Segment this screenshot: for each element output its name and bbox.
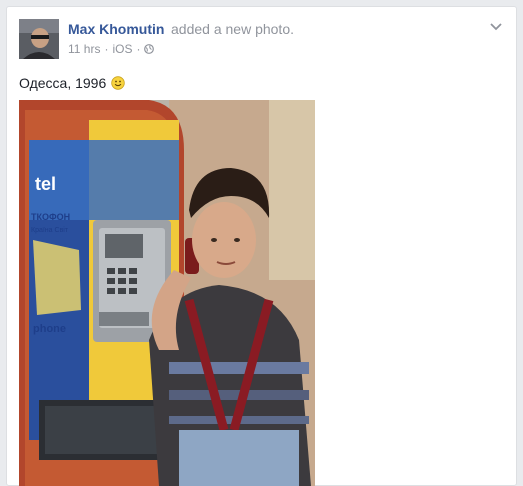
photo-image: tel ТКОФОН Країна Світ phone xyxy=(19,100,315,486)
chevron-down-icon[interactable] xyxy=(488,21,504,33)
post-timestamp[interactable]: 11 hrs xyxy=(68,42,100,56)
meta-separator: · xyxy=(104,42,109,56)
booth-sign-sub: Країна Світ xyxy=(31,226,69,234)
meta-separator: · xyxy=(136,42,141,56)
post-source: iOS xyxy=(112,42,133,56)
smiley-icon xyxy=(111,76,125,90)
avatar-image xyxy=(19,19,59,59)
author-avatar[interactable] xyxy=(19,19,59,59)
post-message: Одесса, 1996 xyxy=(19,75,125,91)
post-meta: 11 hrs · iOS · xyxy=(68,42,155,56)
author-name-link[interactable]: Max Khomutin xyxy=(68,21,164,37)
post-photo[interactable]: tel ТКОФОН Країна Світ phone xyxy=(19,100,315,486)
post-text: Одесса, 1996 xyxy=(19,75,107,91)
globe-icon[interactable] xyxy=(144,44,155,54)
booth-sign-brand: tel xyxy=(35,174,56,194)
booth-sign-middle: ТКОФОН xyxy=(31,212,70,222)
post-action-text: added a new photo. xyxy=(171,21,294,37)
booth-sign-bottom: phone xyxy=(33,323,66,335)
news-feed-post: Max Khomutin added a new photo. 11 hrs ·… xyxy=(6,6,517,486)
